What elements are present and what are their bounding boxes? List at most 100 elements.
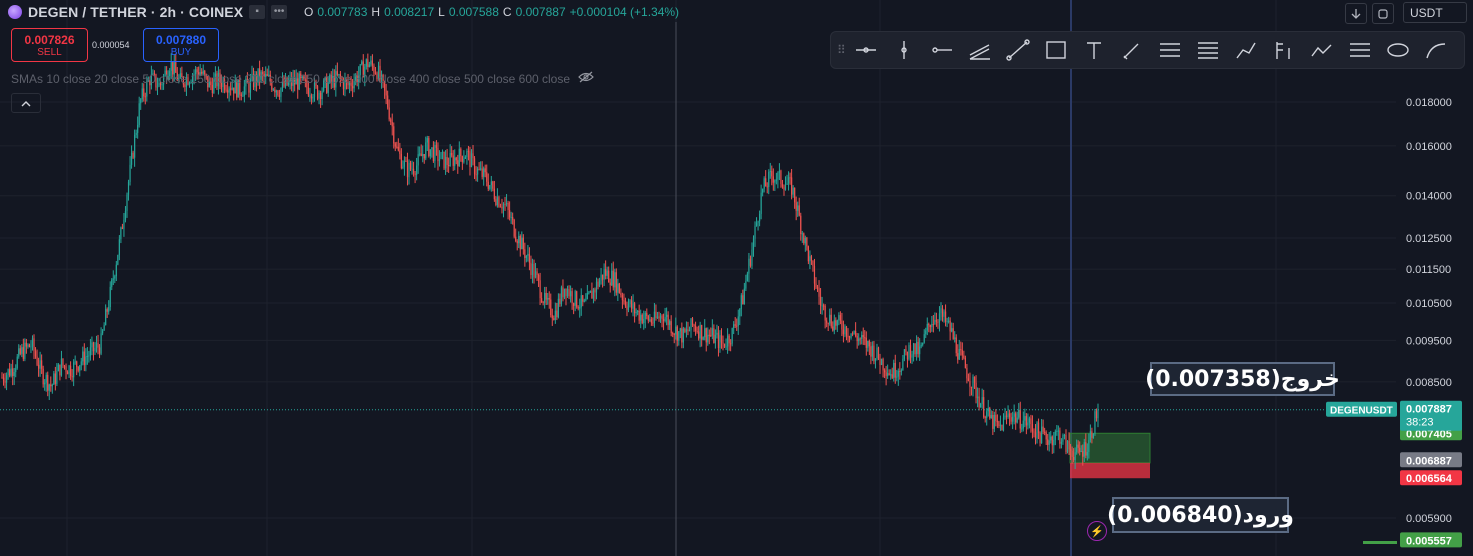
candle <box>733 324 735 329</box>
candle <box>1050 436 1052 441</box>
candle <box>103 325 105 331</box>
candle <box>1030 418 1032 425</box>
candle <box>319 92 322 100</box>
price-range-tool-button[interactable] <box>1341 35 1379 65</box>
brush-tool-button[interactable] <box>1113 35 1151 65</box>
candle <box>803 233 805 244</box>
arrow-down-icon <box>1351 8 1361 19</box>
sell-button[interactable]: 0.007826 SELL <box>11 28 88 62</box>
candle <box>781 183 784 187</box>
collapse-legend-button[interactable] <box>11 93 41 113</box>
fib-retracement-tool-button[interactable] <box>1151 35 1189 65</box>
candle <box>10 368 12 376</box>
candle <box>815 283 817 288</box>
candle <box>37 364 40 369</box>
candle <box>470 153 473 168</box>
candle <box>1095 411 1098 419</box>
candle <box>98 347 101 354</box>
horizontal-ray-tool-button[interactable] <box>923 35 961 65</box>
candle <box>795 202 797 211</box>
candle <box>1019 409 1021 429</box>
candle <box>225 89 227 91</box>
horizontal-line-tool-button[interactable] <box>847 35 885 65</box>
fib-levels-tool-button[interactable] <box>1189 35 1227 65</box>
candle <box>45 374 47 383</box>
candle <box>746 273 749 281</box>
candle <box>713 328 715 343</box>
candle <box>499 206 502 208</box>
candle <box>65 366 67 372</box>
candle <box>28 344 31 347</box>
vertical-line-tool-button[interactable] <box>885 35 923 65</box>
candle <box>394 143 396 147</box>
candle <box>666 314 668 318</box>
candle <box>559 298 561 304</box>
candle <box>59 364 61 376</box>
symbol-legend[interactable]: DEGEN / TETHER · 2h · COINEX ▪ ••• <box>8 2 288 22</box>
candle <box>371 60 374 66</box>
candle <box>530 262 532 275</box>
candle <box>1065 435 1067 452</box>
exit-annotation[interactable]: (0.007358)خروج <box>1145 362 1340 396</box>
candle <box>821 305 823 307</box>
candle <box>646 312 648 316</box>
candle <box>1057 430 1059 432</box>
candle <box>19 348 21 354</box>
candle <box>1040 426 1043 444</box>
candle <box>699 325 701 339</box>
countdown-label: 38:23 <box>1406 417 1434 429</box>
long-position-stop-zone[interactable] <box>1070 462 1150 479</box>
long-position-target-zone[interactable] <box>1069 432 1151 464</box>
lightning-icon[interactable]: ⚡ <box>1087 521 1107 541</box>
entry-annotation[interactable]: (0.006840)ورود <box>1107 497 1294 533</box>
candle <box>734 324 736 326</box>
drawing-toolbar[interactable]: ⠿ <box>830 31 1465 69</box>
candle <box>571 291 573 304</box>
ellipse-tool-button[interactable] <box>1379 35 1417 65</box>
scroll-down-button[interactable] <box>1345 3 1367 24</box>
candle <box>489 185 491 189</box>
eye-off-icon[interactable] <box>578 71 594 86</box>
candle <box>211 84 213 94</box>
more-dots-icon[interactable]: ••• <box>271 5 288 19</box>
text-tool-button[interactable] <box>1075 35 1113 65</box>
candle <box>739 308 741 317</box>
candle <box>836 320 838 326</box>
candle <box>925 330 927 335</box>
candle <box>21 347 23 354</box>
indicator-legend[interactable]: SMAs 10 close 20 close 50 close 150 clos… <box>11 71 594 86</box>
candle <box>851 333 854 335</box>
candle <box>86 355 88 357</box>
currency-select[interactable]: USDT <box>1403 2 1467 23</box>
symbol-title[interactable]: DEGEN / TETHER · 2h · COINEX <box>28 4 243 20</box>
polyline-tool-button[interactable] <box>1303 35 1341 65</box>
candle <box>885 372 887 376</box>
candle <box>588 292 590 294</box>
long-position-tool-button[interactable] <box>1265 35 1303 65</box>
candle <box>390 119 392 122</box>
arc-tool-button[interactable] <box>1417 35 1455 65</box>
trend-line-tool-button[interactable] <box>999 35 1037 65</box>
candle <box>76 361 78 367</box>
candle <box>957 353 959 360</box>
square-icon[interactable]: ▪ <box>249 5 266 19</box>
parallel-channel-tool-button[interactable] <box>961 35 999 65</box>
candle <box>611 270 613 286</box>
change-value: +0.000104 (+1.34%) <box>569 5 680 19</box>
rectangle-tool-button[interactable] <box>1037 35 1075 65</box>
toolbar-grip-icon[interactable]: ⠿ <box>837 43 847 57</box>
candle <box>318 92 320 99</box>
refresh-button[interactable] <box>1372 3 1394 24</box>
path-tool-button[interactable] <box>1227 35 1265 65</box>
candle <box>12 368 14 377</box>
buy-button[interactable]: 0.007880 BUY <box>143 28 219 62</box>
candle <box>7 369 9 376</box>
candle <box>80 361 82 366</box>
candle <box>784 184 787 190</box>
candle <box>716 332 718 335</box>
candle <box>1021 428 1023 430</box>
candle <box>626 306 628 310</box>
candle <box>414 173 416 175</box>
candle <box>109 286 111 307</box>
candle <box>82 351 84 362</box>
